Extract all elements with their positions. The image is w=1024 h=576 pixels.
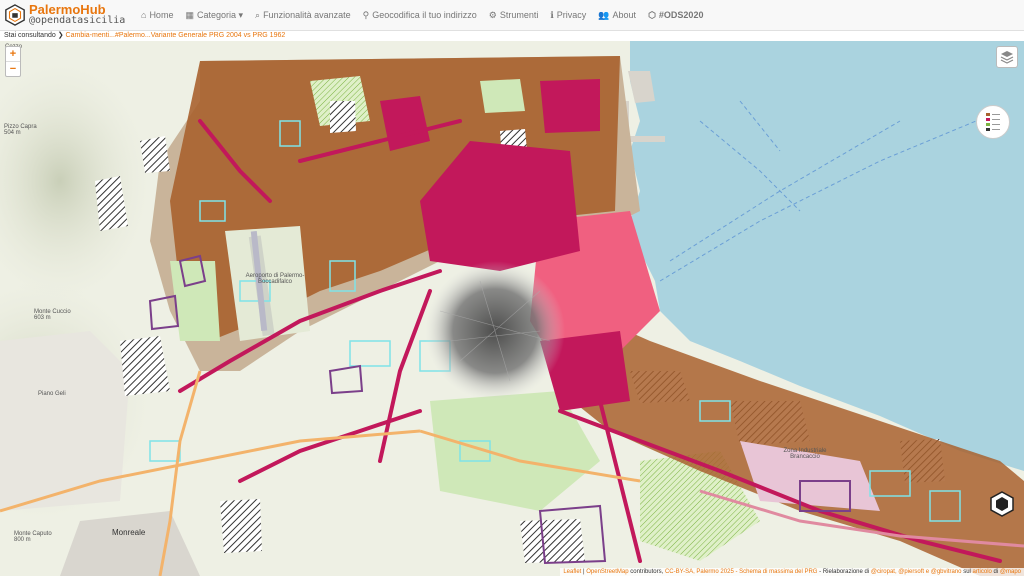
breadcrumb-prefix: Stai consultando [4,32,56,39]
zoom-in-button[interactable]: + [6,47,20,61]
nav-about-label: About [612,10,637,20]
cube-logo-button[interactable] [990,491,1014,517]
nav-home-label: Home [149,10,174,20]
mapo-link[interactable]: @mapo [1000,569,1021,575]
zoom-out-button[interactable]: − [6,61,20,76]
palermohub-logo-icon [5,4,25,26]
nav-categoria-label: Categoria ▾ [196,9,244,20]
ods-icon: ⬡ [648,9,656,20]
monte-cuccio-label: Monte Cuccio 603 m [34,309,71,321]
breadcrumb-link[interactable]: Cambia-menti...#Palermo...Variante Gener… [66,32,286,39]
elaborazione-text: - Rielaborazione di [819,569,870,575]
gear-icon: ⚙ [488,9,497,20]
nav-about[interactable]: 👥 About [592,10,642,21]
nav-funzionalita-label: Funzionalità avanzate [263,10,351,20]
piano-geli-label: Piano Geli [38,391,66,397]
nav-strumenti[interactable]: ⚙ Strumenti [483,10,545,21]
layers-button[interactable] [996,46,1018,68]
nav-ods2020-label: #ODS2020 [658,10,704,20]
people-link[interactable]: @ciropat, @piersoft e @gbvitrano [871,569,962,575]
brand[interactable]: PalermoHub @opendatasicilia [4,2,125,28]
users-icon: 👥 [598,9,610,20]
nav-privacy[interactable]: ℹ Privacy [544,10,592,21]
monte-caputo-label: Monte Caputo 800 m [14,531,52,543]
brand-subtitle: @opendatasicilia [29,15,126,26]
layers-icon [1000,51,1014,64]
legend-button[interactable] [976,105,1010,139]
info-icon: ℹ [550,9,554,20]
map-attribution: Leaflet | OpenStreetMap contributors, CC… [560,568,1024,576]
legend-icon [986,113,1000,131]
monte-cuccio-altitude: 603 m [34,315,51,321]
monte-caputo-altitude: 800 m [14,537,31,543]
breadcrumb: Stai consultando ❯ Cambia-menti...#Paler… [0,31,1024,41]
nav-geocodifica[interactable]: ⚲ Geocodifica il tuo indirizzo [357,10,483,21]
home-icon: ⌂ [141,10,147,20]
grid-icon: ▦ [185,9,194,20]
pizzo-capra-altitude: 504 m [4,130,21,136]
map-marker-icon: ⚲ [362,9,370,20]
nav-home[interactable]: ⌂ Home [135,10,179,20]
contributors-text: contributors, [630,569,664,575]
nav-categoria[interactable]: ▦ Categoria ▾ [179,10,249,21]
monreale-label: Monreale [112,528,146,537]
osm-link[interactable]: OpenStreetMap [586,569,628,575]
main-nav: ⌂ Home ▦ Categoria ▾ ⌕ Funzionalità avanzat… [135,0,709,30]
map-layer [0,41,1024,576]
articolo-link[interactable]: articolo [973,569,992,575]
nav-strumenti-label: Strumenti [499,10,539,20]
aeroporto-label: Aeroporto di Palermo-Boccadifalco [245,273,305,285]
zoom-control: + − [5,46,21,77]
palermo-link[interactable]: Palermo 2025 - Schema di massima del PRG [696,569,817,575]
pizzo-capra-label: Pizzo Capra 504 m [4,124,37,136]
map-canvas[interactable]: Pizzo Capra 504 m Monte Cuccio 603 m Aerop… [0,41,1024,576]
nav-privacy-label: Privacy [556,10,587,20]
license-link[interactable]: CC-BY-SA, [665,569,695,575]
nav-funzionalita[interactable]: ⌕ Funzionalità avanzate [249,10,357,21]
sul-text: sul [963,569,971,575]
nav-geocodifica-label: Geocodifica il tuo indirizzo [372,10,477,20]
nav-ods2020[interactable]: ⬡ #ODS2020 [642,10,709,21]
brand-name: PalermoHub [29,2,106,17]
chevron-right-icon: ❯ [57,32,64,39]
di-text: di [993,569,999,575]
search-icon: ⌕ [255,9,261,20]
cube-icon [990,491,1014,517]
navbar: PalermoHub @opendatasicilia ⌂ Home ▦ Categ… [0,0,1024,31]
zona-industriale-label: Zona Industriale Brancaccio [783,448,827,460]
leaflet-link[interactable]: Leaflet [563,569,581,575]
